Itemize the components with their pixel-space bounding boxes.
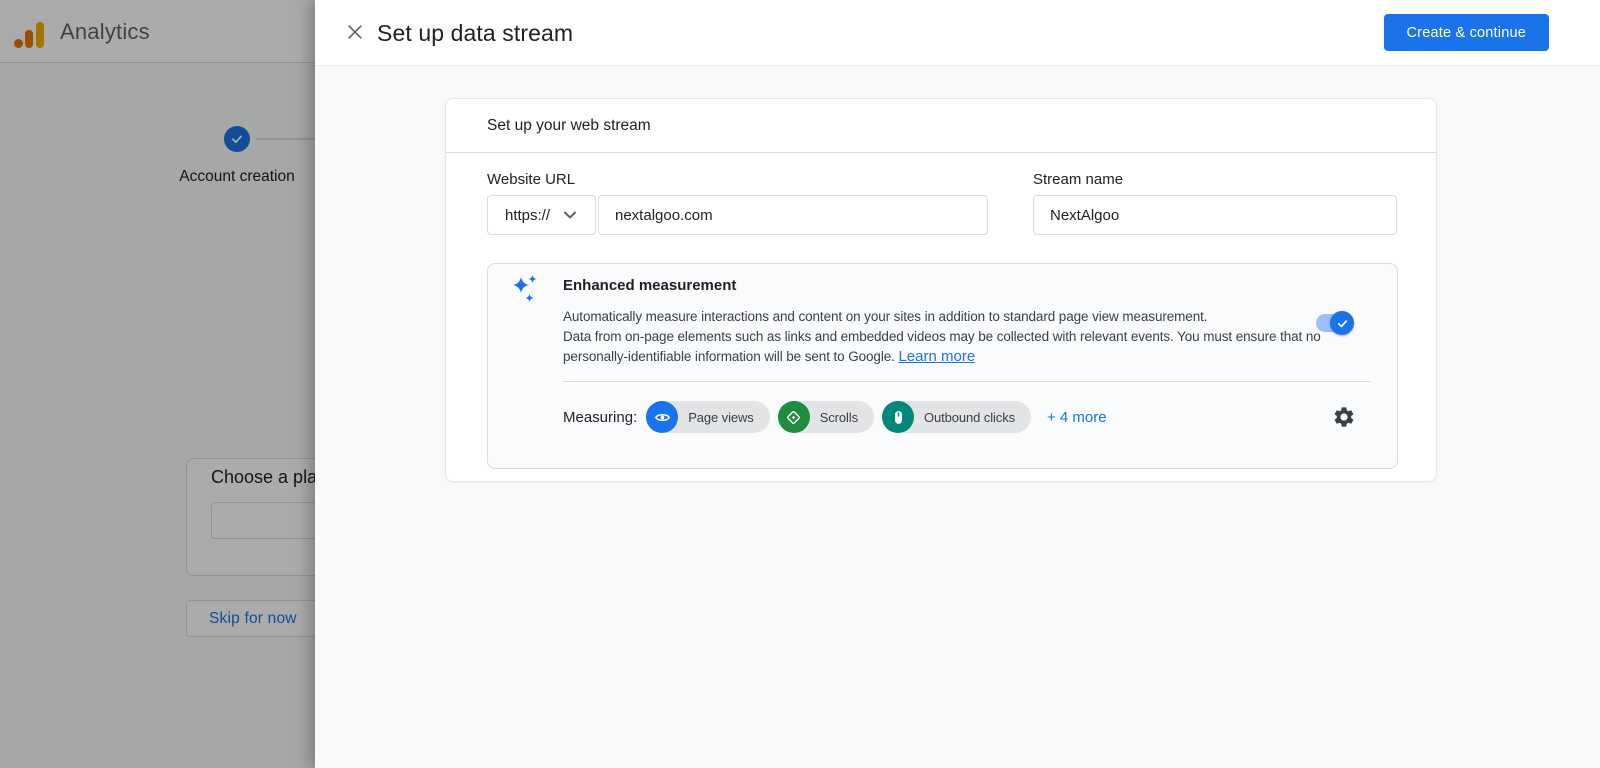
web-stream-card-header: Set up your web stream <box>446 99 1436 153</box>
stream-name-input[interactable] <box>1033 195 1397 235</box>
protocol-select[interactable]: https:// <box>487 195 596 235</box>
settings-gear-icon[interactable] <box>1332 405 1356 429</box>
check-icon <box>1337 319 1347 327</box>
mouse-icon <box>882 401 914 433</box>
description-sentence-1: Automatically measure interactions and c… <box>563 309 1208 324</box>
enhanced-measurement-description: Automatically measure interactions and c… <box>563 307 1381 367</box>
enhanced-measurement-title: Enhanced measurement <box>563 277 737 294</box>
close-icon[interactable] <box>344 22 366 44</box>
protocol-value: https:// <box>505 206 551 224</box>
toggle-thumb <box>1330 311 1354 335</box>
enhanced-measurement-section: Enhanced measurement Automatically measu… <box>487 263 1398 469</box>
chip-scrolls: Scrolls <box>777 401 874 433</box>
modal-scrim <box>0 0 315 768</box>
chip-outbound-clicks: Outbound clicks <box>882 401 1031 433</box>
screen: Analytics Account creation Choose a plat… <box>0 0 1600 768</box>
dialog-title: Set up data stream <box>377 19 574 46</box>
website-url-input[interactable] <box>598 195 988 235</box>
chip-page-views: Page views <box>646 401 770 433</box>
stream-name-label: Stream name <box>1033 171 1124 188</box>
dialog-header: Set up data stream Create & continue <box>315 0 1600 66</box>
chevron-down-icon <box>564 211 577 219</box>
chip-label: Scrolls <box>819 409 858 425</box>
divider <box>563 381 1371 382</box>
chip-label: Page views <box>688 409 754 425</box>
chip-label: Outbound clicks <box>924 409 1015 425</box>
web-stream-card-title: Set up your web stream <box>487 116 651 134</box>
eye-icon <box>646 401 679 433</box>
web-stream-card: Set up your web stream Website URL Strea… <box>445 98 1437 482</box>
more-measurements-link[interactable]: + 4 more <box>1047 409 1107 426</box>
background-page: Analytics Account creation Choose a plat… <box>0 0 315 768</box>
create-continue-button[interactable]: Create & continue <box>1383 14 1549 51</box>
measuring-label: Measuring: <box>563 408 638 426</box>
scroll-diamond-icon <box>777 401 810 433</box>
learn-more-link[interactable]: Learn more <box>898 348 975 365</box>
measuring-row: Measuring: Page views Scrolls Outbound c… <box>563 401 1107 433</box>
enhanced-measurement-toggle[interactable] <box>1316 311 1354 335</box>
setup-data-stream-dialog: Set up data stream Create & continue Set… <box>315 0 1600 768</box>
sparkle-icon <box>513 275 537 302</box>
website-url-label: Website URL <box>487 171 576 188</box>
